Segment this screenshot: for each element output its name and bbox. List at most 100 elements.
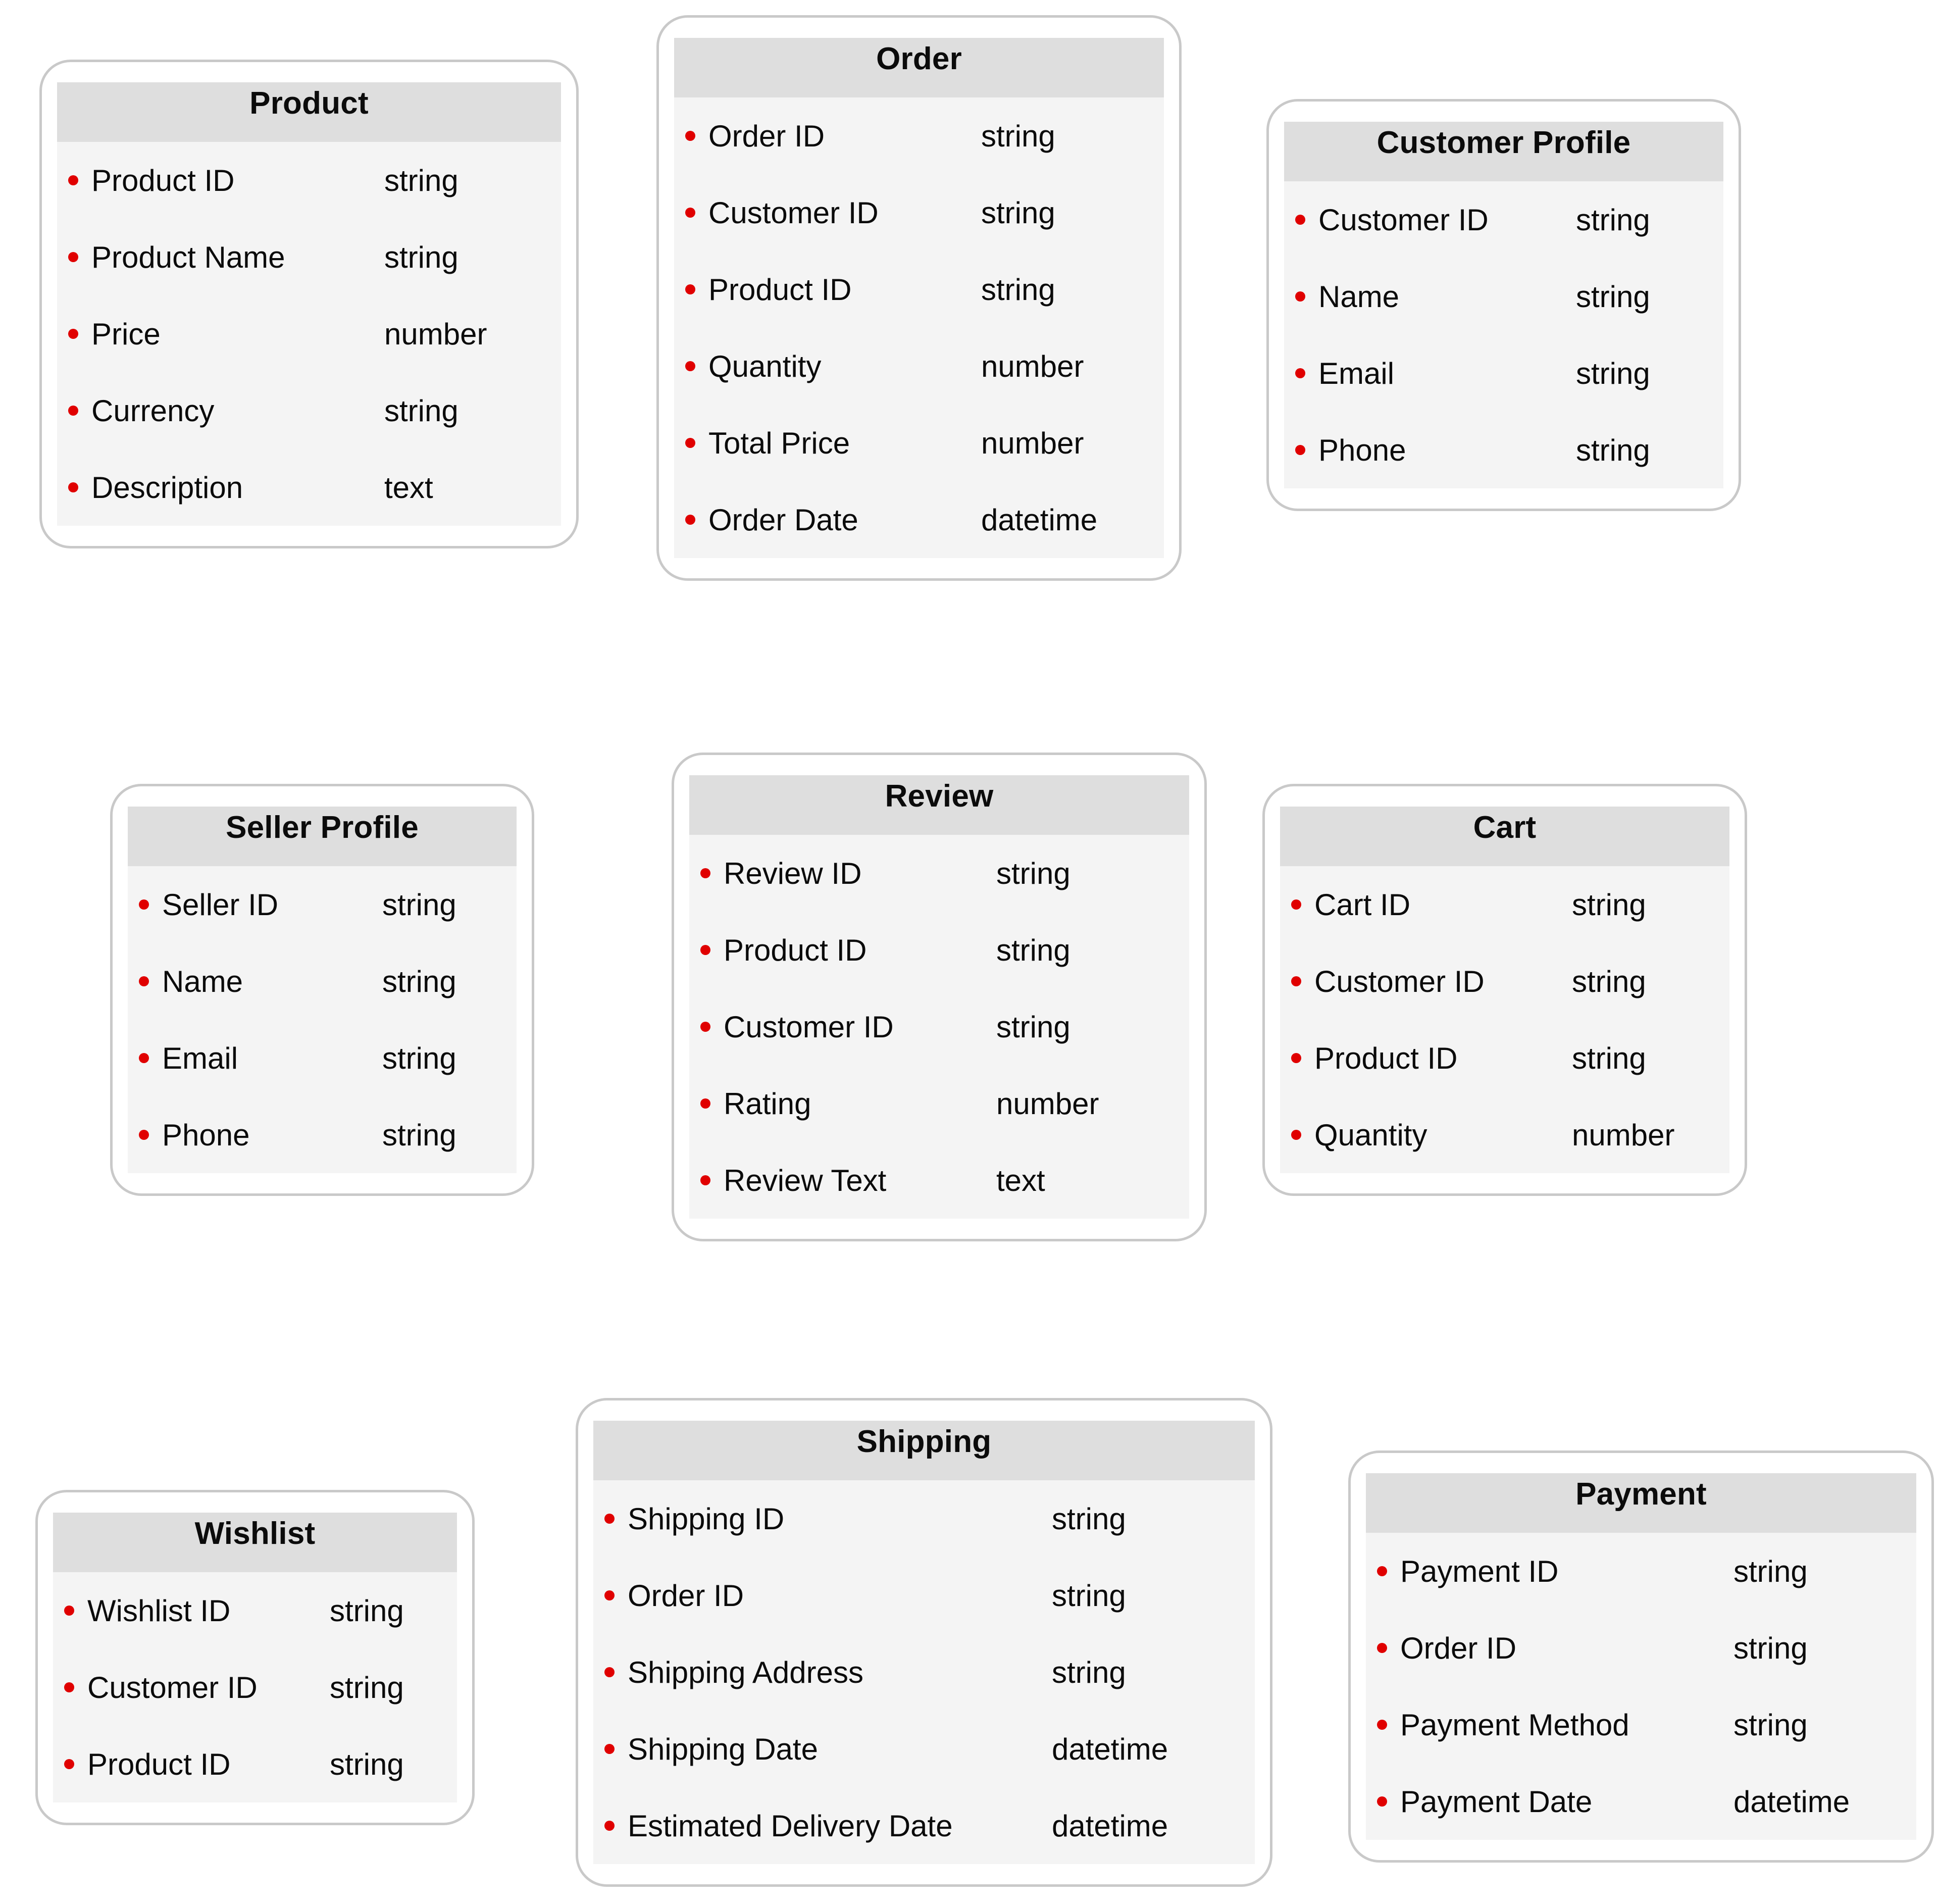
attribute-type: string (330, 1747, 404, 1781)
entity-card-payment[interactable]: Payment Payment ID string Order ID string Pay… (1348, 1450, 1934, 1863)
attribute-row[interactable]: Quantity number (674, 328, 1164, 405)
attribute-row[interactable]: Customer ID string (1280, 943, 1729, 1020)
attribute-type: string (996, 933, 1070, 967)
attribute-row[interactable]: Payment Date datetime (1366, 1763, 1916, 1840)
bullet-icon (685, 284, 695, 294)
entity-title-review: Review (885, 779, 994, 814)
entity-header-product: Product (57, 82, 561, 142)
attribute-row[interactable]: Order ID string (674, 97, 1164, 174)
entity-card-shipping[interactable]: Shipping Shipping ID string Order ID string S… (576, 1398, 1272, 1887)
bullet-icon (1291, 1053, 1301, 1063)
bullet-icon (1295, 445, 1305, 455)
attribute-row[interactable]: Quantity number (1280, 1096, 1729, 1173)
attribute-row[interactable]: Product ID string (53, 1726, 457, 1802)
attribute-name: Product Name (91, 240, 285, 274)
bullet-icon (1295, 291, 1305, 302)
bullet-icon (1291, 1130, 1301, 1140)
attribute-row[interactable]: Review Text text (689, 1142, 1189, 1219)
attribute-type: number (996, 1086, 1099, 1121)
attribute-row[interactable]: Product ID string (57, 142, 561, 219)
attribute-row[interactable]: Phone string (1284, 412, 1723, 488)
attribute-type: string (1052, 1578, 1126, 1613)
attribute-row[interactable]: Customer ID string (689, 988, 1189, 1065)
entity-content-payment: Payment Payment ID string Order ID string Pay… (1366, 1473, 1916, 1840)
attribute-row[interactable]: Review ID string (689, 835, 1189, 912)
entity-attribute-list-customer-profile: Customer ID string Name string Email string Ph… (1284, 181, 1723, 488)
attribute-row[interactable]: Name string (128, 943, 517, 1020)
attribute-row[interactable]: Wishlist ID string (53, 1572, 457, 1649)
attribute-name: Email (1318, 356, 1395, 390)
entity-card-wishlist[interactable]: Wishlist Wishlist ID string Customer ID stri… (35, 1490, 475, 1825)
attribute-row[interactable]: Product ID string (1280, 1020, 1729, 1096)
attribute-row[interactable]: Customer ID string (53, 1649, 457, 1726)
attribute-type: number (981, 349, 1084, 383)
entity-title-shipping: Shipping (856, 1424, 992, 1459)
bullet-icon (685, 361, 695, 371)
entity-attribute-list-order: Order ID string Customer ID string Product I… (674, 97, 1164, 558)
attribute-type: string (1733, 1631, 1808, 1665)
bullet-icon (604, 1821, 615, 1831)
entity-content-shipping: Shipping Shipping ID string Order ID string S… (593, 1421, 1255, 1864)
attribute-name: Shipping Date (628, 1732, 818, 1766)
attribute-row[interactable]: Email string (128, 1020, 517, 1096)
attribute-type: string (1576, 356, 1650, 390)
attribute-row[interactable]: Rating number (689, 1065, 1189, 1142)
bullet-icon (1295, 368, 1305, 378)
attribute-row[interactable]: Payment Method string (1366, 1686, 1916, 1763)
attribute-row[interactable]: Price number (57, 295, 561, 372)
attribute-row[interactable]: Product ID string (689, 912, 1189, 988)
attribute-row[interactable]: Cart ID string (1280, 866, 1729, 943)
attribute-type: string (981, 272, 1055, 307)
attribute-name: Product ID (708, 272, 852, 307)
attribute-name: Rating (724, 1086, 811, 1121)
attribute-name: Order ID (1400, 1631, 1517, 1665)
entity-header-seller-profile: Seller Profile (128, 807, 517, 866)
attribute-row[interactable]: Shipping Address string (593, 1634, 1255, 1711)
attribute-row[interactable]: Order ID string (1366, 1610, 1916, 1686)
attribute-row[interactable]: Customer ID string (1284, 181, 1723, 258)
attribute-name: Order Date (708, 503, 858, 537)
entity-card-customer-profile[interactable]: Customer Profile Customer ID string Name str… (1266, 99, 1741, 511)
entity-content-cart: Cart Cart ID string Customer ID string Produc… (1280, 807, 1729, 1173)
entity-attribute-list-product: Product ID string Product Name string Price n… (57, 142, 561, 526)
attribute-row[interactable]: Shipping ID string (593, 1480, 1255, 1557)
attribute-name: Quantity (708, 349, 822, 383)
entity-attribute-list-review: Review ID string Product ID string Customer … (689, 835, 1189, 1219)
attribute-row[interactable]: Product Name string (57, 219, 561, 295)
bullet-icon (1291, 976, 1301, 986)
attribute-row[interactable]: Name string (1284, 258, 1723, 335)
entity-content-order: Order Order ID string Customer ID string Prod… (674, 38, 1164, 558)
entity-header-review: Review (689, 775, 1189, 835)
attribute-name: Payment Method (1400, 1708, 1629, 1742)
attribute-type: string (1576, 203, 1650, 237)
attribute-name: Product ID (724, 933, 867, 967)
entity-card-product[interactable]: Product Product ID string Product Name strin… (39, 60, 579, 548)
attribute-type: string (382, 1118, 456, 1152)
attribute-row[interactable]: Order ID string (593, 1557, 1255, 1634)
attribute-name: Total Price (708, 426, 850, 460)
attribute-type: string (384, 393, 458, 428)
attribute-row[interactable]: Seller ID string (128, 866, 517, 943)
attribute-row[interactable]: Email string (1284, 335, 1723, 412)
attribute-row[interactable]: Shipping Date datetime (593, 1711, 1255, 1787)
bullet-icon (68, 329, 78, 339)
attribute-row[interactable]: Phone string (128, 1096, 517, 1173)
entity-attribute-list-payment: Payment ID string Order ID string Payment Me… (1366, 1533, 1916, 1840)
attribute-row[interactable]: Currency string (57, 372, 561, 449)
attribute-type: number (981, 426, 1084, 460)
attribute-name: Product ID (87, 1747, 231, 1781)
attribute-name: Payment ID (1400, 1554, 1559, 1588)
attribute-row[interactable]: Order Date datetime (674, 481, 1164, 558)
attribute-row[interactable]: Total Price number (674, 405, 1164, 481)
attribute-row[interactable]: Payment ID string (1366, 1533, 1916, 1610)
bullet-icon (1295, 215, 1305, 225)
attribute-row[interactable]: Description text (57, 449, 561, 526)
attribute-row[interactable]: Customer ID string (674, 174, 1164, 251)
entity-card-seller-profile[interactable]: Seller Profile Seller ID string Name string E… (110, 784, 534, 1196)
attribute-row[interactable]: Estimated Delivery Date datetime (593, 1787, 1255, 1864)
attribute-row[interactable]: Product ID string (674, 251, 1164, 328)
entity-card-review[interactable]: Review Review ID string Product ID string Cus… (672, 753, 1207, 1241)
attribute-type: string (382, 887, 456, 922)
entity-card-cart[interactable]: Cart Cart ID string Customer ID string Produc… (1262, 784, 1747, 1196)
entity-card-order[interactable]: Order Order ID string Customer ID string Prod… (656, 15, 1182, 581)
